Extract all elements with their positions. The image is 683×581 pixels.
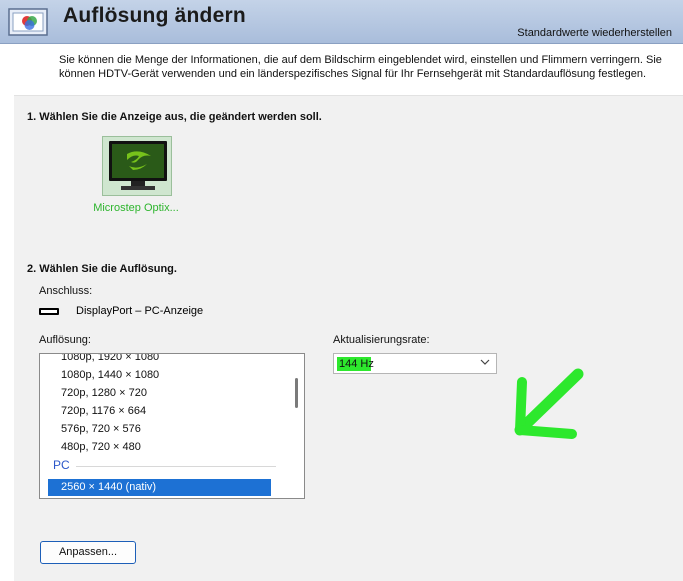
resolution-list[interactable]: 1080p, 1920 × 1080 1080p, 1440 × 1080 72… (39, 353, 305, 499)
displayport-icon (39, 308, 59, 315)
step2-heading: 2. Wählen Sie die Auflösung. (27, 263, 177, 275)
list-item[interactable]: 576p, 720 × 576 (61, 420, 141, 438)
page-title: Auflösung ändern (63, 4, 246, 27)
intro-text: Sie können die Menge der Informationen, … (59, 54, 662, 80)
chevron-down-icon (480, 359, 490, 365)
selected-resolution[interactable]: 2560 × 1440 (nativ) (48, 479, 271, 496)
list-scrollbar[interactable] (290, 354, 304, 498)
connection-label: Anschluss: (39, 285, 93, 297)
list-item[interactable]: 720p, 1176 × 664 (61, 402, 146, 420)
group-divider (76, 466, 276, 467)
list-item[interactable]: 1080p, 1920 × 1080 (61, 354, 159, 366)
connection-value: DisplayPort – PC-Anzeige (76, 305, 204, 317)
green-arrow-annotation (514, 368, 584, 439)
title-bar: Auflösung ändern Standardwerte wiederher… (0, 0, 683, 44)
refresh-rate-value: 144 Hz (339, 358, 374, 370)
monitor-icon (109, 141, 167, 190)
settings-panel: 1. Wählen Sie die Anzeige aus, die geänd… (14, 95, 683, 581)
refresh-rate-label: Aktualisierungsrate: (333, 334, 430, 346)
resolution-label: Auflösung: (39, 334, 91, 346)
display-settings-icon (8, 8, 48, 36)
step1-heading: 1. Wählen Sie die Anzeige aus, die geänd… (27, 111, 322, 123)
list-item[interactable]: 720p, 1280 × 720 (61, 384, 147, 402)
list-item[interactable]: 1080p, 1440 × 1080 (61, 366, 159, 384)
restore-defaults-link[interactable]: Standardwerte wiederherstellen (517, 27, 672, 39)
display-tile[interactable] (102, 136, 172, 196)
customize-button[interactable]: Anpassen... (40, 541, 136, 564)
pc-group-header: PC (53, 458, 70, 472)
list-item[interactable]: 480p, 720 × 480 (61, 438, 141, 456)
display-name: Microstep Optix... (93, 202, 179, 214)
refresh-rate-select[interactable]: 144 Hz (333, 353, 497, 374)
scroll-thumb[interactable] (295, 378, 298, 408)
